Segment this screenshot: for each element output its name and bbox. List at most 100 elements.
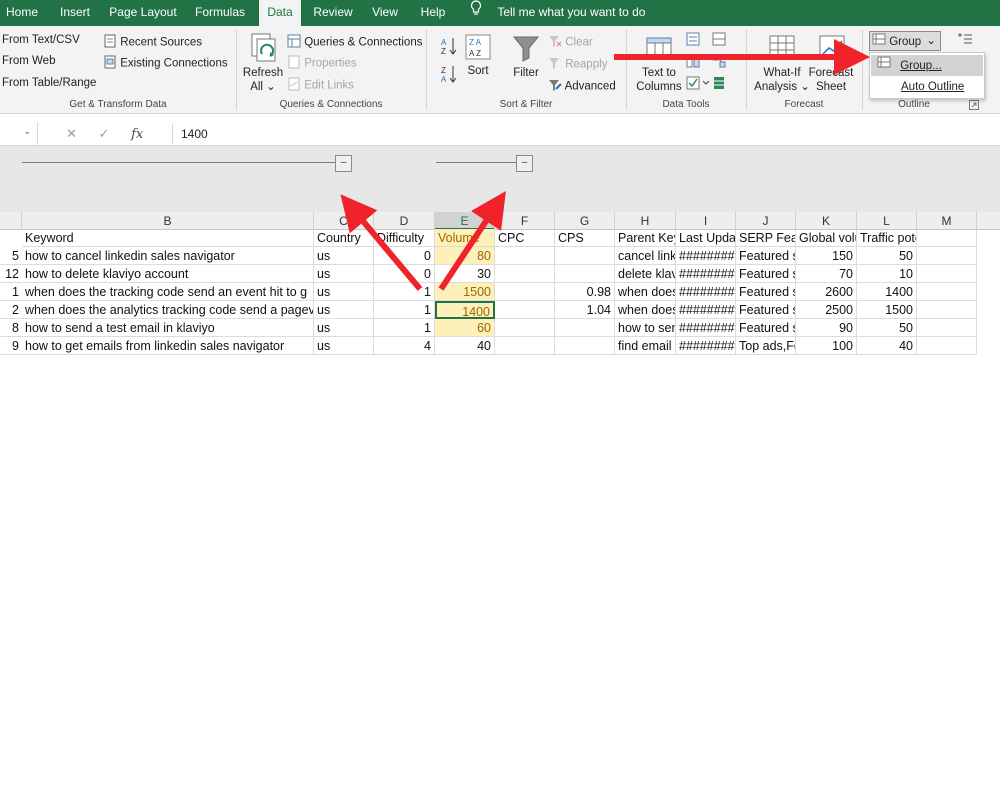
table-cell[interactable]: us	[314, 283, 374, 301]
table-cell[interactable]: Last Update	[676, 229, 736, 247]
data-validation-icon[interactable]	[686, 76, 710, 93]
table-cell[interactable]: Featured s	[736, 301, 796, 319]
forecast-sheet-button[interactable]: Forecast Sheet	[806, 66, 856, 94]
formula-input[interactable]: 1400	[172, 124, 1000, 144]
table-cell[interactable]: 1500	[857, 301, 917, 319]
name-box[interactable]: ⌄	[0, 122, 38, 146]
column-header[interactable]: D	[374, 212, 435, 230]
relationships-icon[interactable]	[712, 54, 726, 71]
table-cell[interactable]: Global volume	[796, 229, 857, 247]
edit-links-button[interactable]: Edit Links	[287, 77, 354, 94]
table-cell[interactable]: 2500	[796, 301, 857, 319]
row-number[interactable]: 1	[0, 283, 22, 301]
table-cell[interactable]: how to get emails from linkedin sales na…	[22, 337, 314, 355]
table-cell[interactable]: find email	[615, 337, 676, 355]
table-cell[interactable]: SERP Features	[736, 229, 796, 247]
from-table-range-button[interactable]: From Table/Range	[2, 77, 96, 89]
table-cell[interactable]: Featured s	[736, 319, 796, 337]
table-cell[interactable]: Country	[314, 229, 374, 247]
table-cell[interactable]	[495, 319, 555, 337]
insert-function-icon[interactable]: fx	[131, 127, 143, 142]
remove-duplicates-icon[interactable]	[686, 54, 700, 71]
column-header[interactable]: C	[314, 212, 374, 230]
menu-item-auto-outline[interactable]: Auto Outline	[871, 77, 983, 98]
table-cell[interactable]	[555, 247, 615, 265]
table-cell[interactable]: Difficulty	[374, 229, 435, 247]
table-cell[interactable]: 1400	[857, 283, 917, 301]
table-cell[interactable]: 80	[435, 247, 495, 265]
table-cell[interactable]: ########	[676, 283, 736, 301]
table-cell[interactable]: Parent Keyword	[615, 229, 676, 247]
column-header[interactable]: L	[857, 212, 917, 230]
column-header[interactable]: E	[435, 212, 495, 230]
table-cell[interactable]: when does the analytics tracking code se…	[22, 301, 314, 319]
table-cell[interactable]: 1	[374, 319, 435, 337]
select-all-corner[interactable]	[0, 212, 22, 230]
table-cell[interactable]: Volume	[435, 229, 495, 247]
table-cell[interactable]	[495, 265, 555, 283]
table-cell[interactable]: us	[314, 247, 374, 265]
sort-descending-icon[interactable]: ZA	[440, 64, 458, 87]
enter-icon[interactable]: ✓	[99, 126, 110, 141]
table-cell[interactable]: Featured s	[736, 283, 796, 301]
reapply-button[interactable]: Reapply	[548, 56, 607, 73]
table-cell[interactable]: how to delete klaviyo account	[22, 265, 314, 283]
table-cell[interactable]: us	[314, 337, 374, 355]
table-cell[interactable]: ########	[676, 319, 736, 337]
table-cell[interactable]: us	[314, 265, 374, 283]
table-cell[interactable]: 0	[374, 247, 435, 265]
table-cell[interactable]	[495, 301, 555, 319]
table-cell[interactable]	[917, 301, 977, 319]
row-number[interactable]: 2	[0, 301, 22, 319]
table-cell[interactable]: when does	[615, 283, 676, 301]
from-text-csv-button[interactable]: From Text/CSV	[2, 34, 80, 46]
tab-insert[interactable]: Insert	[52, 0, 98, 26]
row-number[interactable]: 12	[0, 265, 22, 283]
table-cell[interactable]: how to send	[615, 319, 676, 337]
table-cell[interactable]: 0.98	[555, 283, 615, 301]
table-cell[interactable]	[917, 247, 977, 265]
advanced-filter-button[interactable]: Advanced	[548, 78, 616, 95]
tab-data[interactable]: Data	[258, 0, 302, 26]
table-cell[interactable]: how to send a test email in klaviyo	[22, 319, 314, 337]
tell-me-box[interactable]: Tell me what you want to do	[470, 0, 645, 26]
table-cell[interactable]	[917, 265, 977, 283]
refresh-all-button[interactable]: Refresh All ⌄	[240, 66, 286, 94]
tab-page-layout[interactable]: Page Layout	[104, 0, 182, 26]
properties-button[interactable]: Properties	[287, 55, 357, 72]
group-button[interactable]: Group ⌄	[869, 31, 941, 51]
sort-ascending-icon[interactable]: AZ	[440, 36, 458, 59]
column-header[interactable]: K	[796, 212, 857, 230]
table-cell[interactable]: 1	[374, 301, 435, 319]
column-header[interactable]: H	[615, 212, 676, 230]
menu-item-group[interactable]: Group...	[871, 55, 983, 76]
table-cell[interactable]	[917, 337, 977, 355]
table-cell[interactable]: Keyword	[22, 229, 314, 247]
queries-connections-button[interactable]: Queries & Connections	[287, 34, 422, 51]
column-header[interactable]: B	[22, 212, 314, 230]
row-number[interactable]: 9	[0, 337, 22, 355]
table-cell[interactable]: 30	[435, 265, 495, 283]
column-header[interactable]: I	[676, 212, 736, 230]
row-number[interactable]: 8	[0, 319, 22, 337]
table-cell[interactable]: ########	[676, 247, 736, 265]
collapse-group-button[interactable]: –	[335, 155, 352, 172]
table-cell[interactable]: 40	[857, 337, 917, 355]
data-model-icon[interactable]	[712, 76, 726, 93]
table-cell[interactable]: 70	[796, 265, 857, 283]
table-cell[interactable]: 0	[374, 265, 435, 283]
table-cell[interactable]: 1400	[435, 301, 495, 319]
column-header[interactable]: M	[917, 212, 977, 230]
table-cell[interactable]	[495, 337, 555, 355]
table-cell[interactable]: 4	[374, 337, 435, 355]
outline-settings-icon[interactable]	[969, 99, 979, 113]
table-cell[interactable]: CPS	[555, 229, 615, 247]
column-header[interactable]: F	[495, 212, 555, 230]
tab-help[interactable]: Help	[412, 0, 454, 26]
tab-formulas[interactable]: Formulas	[188, 0, 252, 26]
table-cell[interactable]: Traffic potential	[857, 229, 917, 247]
table-cell[interactable]	[555, 337, 615, 355]
table-cell[interactable]: Featured s	[736, 247, 796, 265]
table-cell[interactable]: 100	[796, 337, 857, 355]
table-cell[interactable]	[495, 247, 555, 265]
